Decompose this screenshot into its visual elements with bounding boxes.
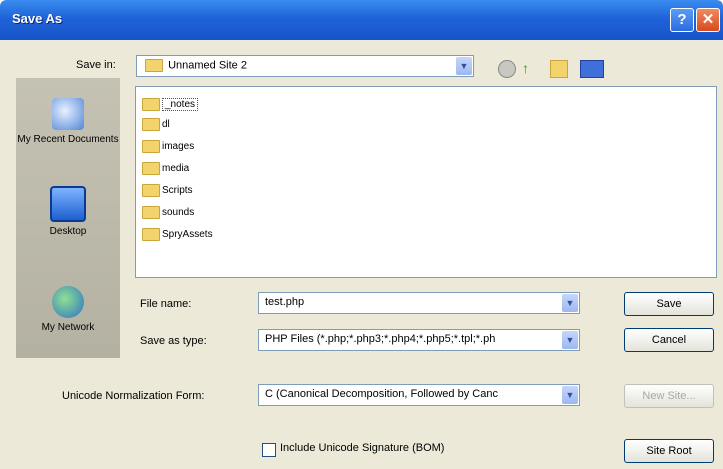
folder-icon	[142, 117, 160, 131]
folder-icon	[145, 59, 163, 72]
unicode-normalization-select[interactable]: C (Canonical Decomposition, Followed by …	[258, 384, 580, 406]
view-menu-icon[interactable]	[580, 60, 604, 78]
list-item[interactable]: Scripts	[142, 183, 193, 199]
file-name-label: File name:	[140, 298, 192, 310]
save-in-value: Unnamed Site 2	[168, 59, 247, 72]
folder-icon	[142, 161, 160, 175]
folder-icon	[142, 139, 160, 153]
chevron-down-icon[interactable]: ▼	[562, 386, 578, 404]
new-folder-icon[interactable]	[550, 60, 568, 78]
places-bar: My Recent Documents Desktop My Network	[16, 78, 120, 358]
chevron-down-icon[interactable]: ▼	[562, 331, 578, 349]
list-item[interactable]: media	[142, 161, 189, 177]
include-bom-checkbox[interactable]	[262, 443, 276, 457]
title-bar[interactable]: Save As ? ✕	[0, 0, 723, 40]
folder-icon	[142, 183, 160, 197]
site-root-button[interactable]: Site Root	[624, 439, 714, 463]
place-my-network[interactable]: My Network	[16, 286, 120, 333]
save-as-type-select[interactable]: PHP Files (*.php;*.php3;*.php4;*.php5;*.…	[258, 329, 580, 351]
unicode-normalization-label: Unicode Normalization Form:	[62, 390, 205, 402]
list-item[interactable]: _notes	[142, 97, 199, 113]
place-recent-documents[interactable]: My Recent Documents	[16, 98, 120, 145]
save-in-label: Save in:	[76, 59, 116, 71]
cancel-button[interactable]: Cancel	[624, 328, 714, 352]
up-folder-icon[interactable]: ↑	[522, 60, 538, 76]
list-item[interactable]: dl	[142, 117, 170, 133]
list-item[interactable]: SpryAssets	[142, 227, 213, 243]
back-icon[interactable]	[498, 60, 516, 78]
network-icon	[52, 286, 84, 318]
list-item[interactable]: sounds	[142, 205, 194, 221]
recent-documents-icon	[52, 98, 84, 130]
window-title: Save As	[12, 11, 63, 26]
save-in-combo[interactable]: Unnamed Site 2 ▼	[136, 55, 474, 77]
desktop-icon	[50, 186, 86, 222]
include-bom-label: Include Unicode Signature (BOM)	[280, 442, 445, 454]
new-site-button[interactable]: New Site...	[624, 384, 714, 408]
save-button[interactable]: Save	[624, 292, 714, 316]
close-icon[interactable]: ✕	[696, 8, 720, 32]
folder-icon	[142, 227, 160, 241]
folder-icon	[142, 205, 160, 219]
chevron-down-icon[interactable]: ▼	[562, 294, 578, 312]
chevron-down-icon[interactable]: ▼	[456, 57, 472, 75]
help-icon[interactable]: ?	[670, 8, 694, 32]
save-as-dialog: Save As ? ✕ Save in: Unnamed Site 2 ▼ ↑ …	[0, 0, 723, 469]
list-item[interactable]: images	[142, 139, 194, 155]
file-name-input[interactable]: test.php ▼	[258, 292, 580, 314]
folder-icon	[142, 97, 160, 111]
place-desktop[interactable]: Desktop	[16, 186, 120, 237]
file-list[interactable]: _notes dl images media Scripts sounds Sp…	[135, 86, 717, 278]
save-as-type-label: Save as type:	[140, 335, 207, 347]
